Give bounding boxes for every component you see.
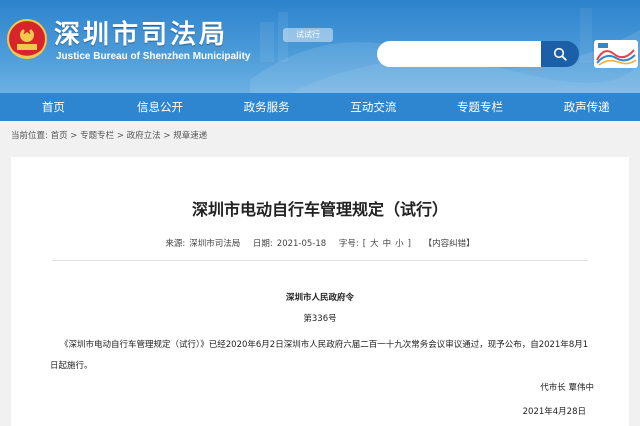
font-size-bracket-open: [ [362,239,367,249]
breadcrumb-separator: > [70,131,78,141]
font-size-medium-button[interactable]: 中 [383,239,392,249]
breadcrumb: 当前位置: 首页 > 专题专栏 > 政府立法 > 规章速递 [11,129,207,141]
font-size-label: 字号: [338,239,359,249]
order-title: 深圳市人民政府令 [285,293,354,303]
error-correction-link[interactable]: 【内容纠错】 [424,239,475,249]
breadcrumb-item-home[interactable]: 首页 [51,131,68,141]
order-number: 第336号 [303,314,337,324]
site-header: 深圳市司法局 Justice Bureau of Shenzhen Munici… [0,0,640,93]
nav-item-gov-services[interactable]: 政务服务 [213,93,320,121]
nav-item-topics[interactable]: 专题专栏 [427,93,534,121]
source-value: 深圳市司法局 [189,239,241,249]
site-title[interactable]: 深圳市司法局 [54,14,228,51]
meta-divider [52,260,588,261]
article-title: 深圳市电动自行车管理规定（试行） [191,200,448,219]
site-subtitle: Justice Bureau of Shenzhen Municipality [56,51,251,62]
article-meta: 来源: 深圳市司法局 日期: 2021-05-18 字号:[大中小] 【内容纠错】 [11,237,629,249]
date-label: 日期: [252,239,273,249]
breadcrumb-prefix: 当前位置: [11,131,48,141]
partner-logo-icon[interactable] [594,40,638,68]
trial-badge: 试试行 [283,28,333,42]
nav-item-info-disclosure[interactable]: 信息公开 [107,93,214,121]
article-card: 深圳市电动自行车管理规定（试行） 来源: 深圳市司法局 日期: 2021-05-18… [11,157,629,426]
breadcrumb-item-legislation[interactable]: 政府立法 [127,131,161,141]
font-size-small-button[interactable]: 小 [395,239,404,249]
search-icon [553,47,567,61]
national-emblem-icon [7,19,47,59]
main-nav: 首页 信息公开 政务服务 互动交流 专题专栏 政声传递 [0,93,640,121]
breadcrumb-item-topics[interactable]: 专题专栏 [80,131,114,141]
article-body: 《深圳市电动自行车管理规定（试行）》已经2020年6月2日深圳市人民政府六届二百… [50,340,589,371]
font-size-large-button[interactable]: 大 [370,239,379,249]
mayor-signature: 代市长 覃伟中 [540,383,594,393]
source-label: 来源: [165,239,186,249]
font-size-bracket-close: ] [407,239,411,249]
breadcrumb-separator: > [116,131,124,141]
signature-date: 2021年4月28日 [522,407,586,417]
search-button[interactable] [541,41,579,67]
breadcrumb-item-regulations[interactable]: 规章速递 [173,131,207,141]
nav-item-gov-voice[interactable]: 政声传递 [533,93,640,121]
date-value: 2021-05-18 [276,239,327,249]
breadcrumb-separator: > [163,131,171,141]
nav-item-home[interactable]: 首页 [0,93,107,121]
search-input[interactable] [377,41,541,67]
nav-item-interaction[interactable]: 互动交流 [320,93,427,121]
